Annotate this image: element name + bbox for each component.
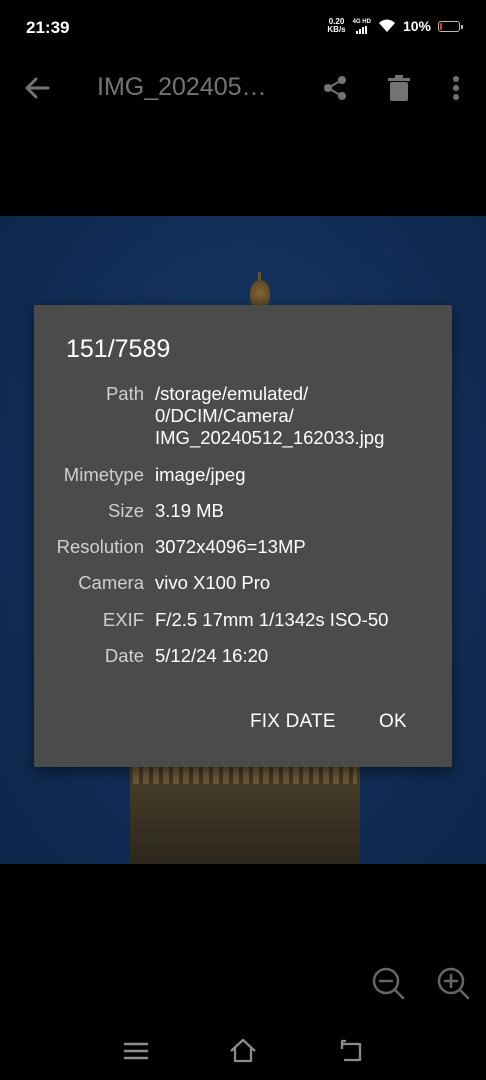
back-icon[interactable] [336, 1036, 366, 1066]
properties-dialog: 151/7589 Path /storage/emulated/ 0/DCIM/… [34, 305, 452, 767]
camera-label: Camera [78, 572, 144, 593]
battery-percent: 10% [402, 18, 431, 34]
network-speed-unit: KB/s [327, 25, 346, 34]
exif-value: F/2.5 17mm 1/1342s ISO-50 [155, 609, 389, 630]
path-line: /storage/emulated/ [155, 383, 309, 404]
dialog-title: 151/7589 [66, 335, 171, 363]
path-line: IMG_20240512_162033.jpg [155, 427, 385, 448]
date-label: Date [104, 645, 144, 666]
cellular-signal-icon: 4G HD [353, 19, 371, 34]
status-time: 21:39 [26, 18, 70, 37]
mimetype-value: image/jpeg [155, 464, 246, 485]
camera-value: vivo X100 Pro [155, 572, 271, 593]
path-line: 0/DCIM/Camera/ [155, 405, 294, 426]
share-icon[interactable] [318, 71, 352, 105]
network-speed: 0.20 KB/s [327, 18, 345, 34]
date-value: 5/12/24 16:20 [155, 645, 269, 666]
zoom-in-icon[interactable] [436, 966, 470, 1000]
status-icons: 0.20 KB/s 4G HD 10% [327, 18, 463, 34]
network-type: 4G HD [352, 18, 371, 25]
resolution-label: Resolution [56, 536, 144, 557]
path-value: /storage/emulated/ 0/DCIM/Camera/ IMG_20… [155, 383, 445, 449]
delete-icon[interactable] [382, 71, 416, 105]
menu-icon[interactable] [121, 1036, 151, 1066]
wifi-icon [378, 19, 395, 32]
zoom-out-icon[interactable] [371, 966, 405, 1000]
mimetype-label: Mimetype [63, 464, 144, 485]
battery-icon [438, 20, 463, 32]
size-label: Size [108, 500, 144, 521]
more-vert-icon[interactable] [439, 71, 473, 105]
ok-button[interactable]: OK [379, 711, 407, 733]
path-label: Path [105, 383, 144, 404]
size-value: 3.19 MB [155, 500, 224, 521]
file-title: IMG_202405… [97, 73, 267, 101]
exif-label: EXIF [102, 609, 144, 630]
back-arrow-icon[interactable] [20, 71, 54, 105]
resolution-value: 3072x4096=13MP [155, 536, 306, 557]
status-bar: 21:39 0.20 KB/s 4G HD 10% [0, 0, 486, 58]
toolbar: IMG_202405… [0, 58, 486, 118]
home-icon[interactable] [228, 1036, 258, 1066]
fix-date-button[interactable]: FIX DATE [250, 711, 336, 733]
